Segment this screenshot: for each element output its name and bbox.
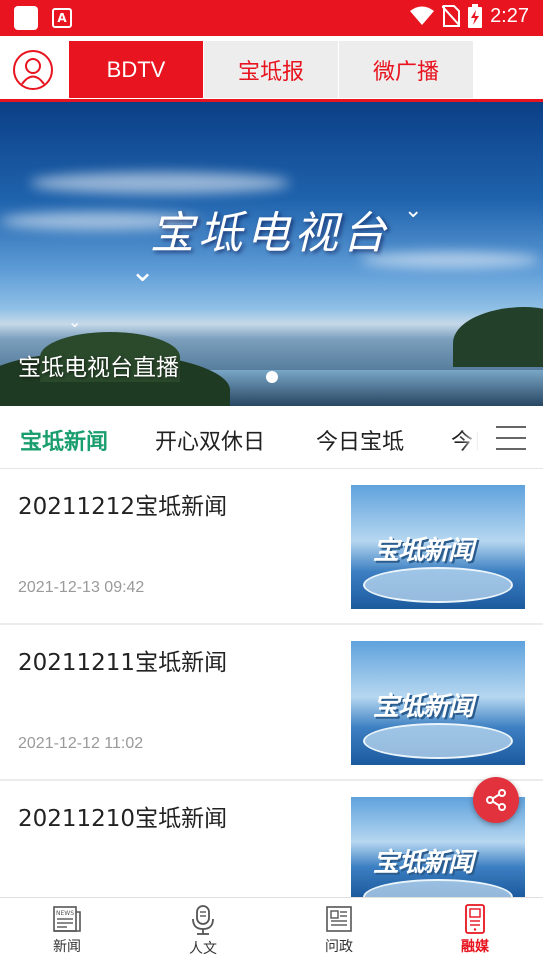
- bird-decoration: ⌄: [68, 312, 82, 331]
- nav-news[interactable]: NEWS 新闻: [32, 904, 102, 964]
- nav-news-label: 新闻: [53, 939, 81, 955]
- newspaper-icon: NEWS: [53, 906, 81, 932]
- category-tab-happy-weekend[interactable]: 开心双休日: [155, 424, 265, 456]
- nav-politics[interactable]: 问政: [304, 904, 374, 964]
- category-tab-today-baodi[interactable]: 今日宝坻: [316, 424, 404, 456]
- microphone-icon: [192, 905, 214, 935]
- no-sim-icon: [442, 5, 461, 27]
- cloud-decoration: [30, 172, 290, 194]
- svg-text:NEWS: NEWS: [56, 910, 74, 917]
- banner-carousel[interactable]: ⌄ ⌄ ⌄ 宝坻电视台 宝坻电视台直播: [0, 102, 543, 406]
- bottom-navigation: NEWS 新闻 人文 问政 融媒: [0, 897, 543, 967]
- top-header: BDTV 宝坻报 微广播: [0, 36, 543, 102]
- tab-micro-broadcast[interactable]: 微广播: [339, 41, 473, 98]
- nav-politics-label: 问政: [325, 939, 353, 955]
- status-bar: A 2:27: [0, 0, 543, 36]
- news-title: 20211212宝坻新闻: [18, 494, 228, 520]
- tab-bdtv[interactable]: BDTV: [69, 41, 203, 98]
- phone-media-icon: [465, 904, 485, 934]
- thumbnail-logo-text: 宝坻新闻: [373, 536, 474, 566]
- thumbnail-logo-text: 宝坻新闻: [373, 692, 474, 722]
- share-icon: [486, 789, 506, 811]
- news-time: 2021-12-12 11:02: [18, 735, 144, 752]
- category-tab-baodi-news[interactable]: 宝坻新闻: [20, 424, 108, 456]
- document-icon: [326, 906, 352, 932]
- user-profile-button[interactable]: [13, 50, 53, 90]
- category-menu-icon[interactable]: [496, 426, 526, 450]
- news-thumbnail: 宝坻新闻: [351, 485, 525, 609]
- wifi-icon: [410, 6, 435, 25]
- banner-caption: 宝坻电视台直播: [18, 355, 179, 381]
- news-item[interactable]: 20211210宝坻新闻 宝坻新闻: [0, 781, 543, 897]
- nav-culture[interactable]: 人文: [168, 904, 238, 964]
- banner-station-logo-text: 宝坻电视台: [150, 208, 390, 259]
- category-tabs: 宝坻新闻 开心双休日 今日宝坻 今日: [0, 406, 543, 469]
- status-time: 2:27: [490, 4, 529, 27]
- a-notification-icon: A: [52, 8, 72, 28]
- app-notification-icon: [14, 6, 38, 30]
- news-item[interactable]: 20211211宝坻新闻 2021-12-12 11:02 宝坻新闻: [0, 625, 543, 781]
- news-title: 20211211宝坻新闻: [18, 650, 228, 676]
- battery-charging-icon: [468, 4, 483, 28]
- carousel-indicator-dot[interactable]: [266, 371, 278, 383]
- news-thumbnail: 宝坻新闻: [351, 641, 525, 765]
- nav-culture-label: 人文: [189, 941, 217, 957]
- user-icon: [21, 58, 45, 85]
- tab-baodi-newspaper[interactable]: 宝坻报: [204, 41, 338, 98]
- nav-media-label: 融媒: [461, 939, 489, 955]
- bird-decoration: ⌄: [404, 198, 423, 223]
- news-title: 20211210宝坻新闻: [18, 806, 228, 832]
- news-time: 2021-12-13 09:42: [18, 579, 145, 596]
- nav-media[interactable]: 融媒: [440, 904, 510, 964]
- thumbnail-logo-text: 宝坻新闻: [373, 848, 474, 878]
- share-button[interactable]: [473, 777, 519, 823]
- news-item[interactable]: 20211212宝坻新闻 2021-12-13 09:42 宝坻新闻: [0, 469, 543, 625]
